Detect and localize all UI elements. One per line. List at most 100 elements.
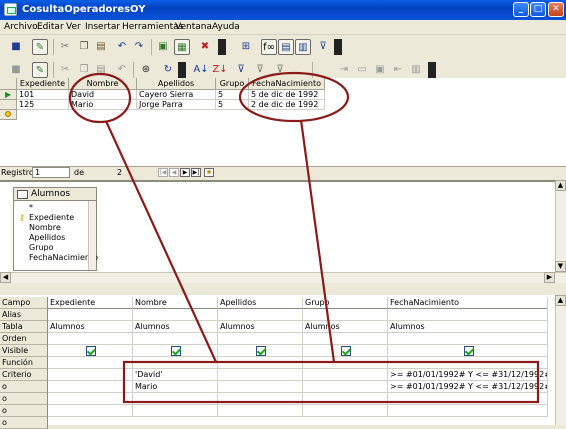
function-cell[interactable] — [303, 357, 388, 369]
refresh-icon[interactable]: ↻ — [160, 62, 176, 78]
function-cell[interactable] — [133, 357, 218, 369]
table-cell[interactable]: 2 de dic de 1992 — [249, 100, 325, 110]
table-cell[interactable]: Alumnos — [303, 321, 388, 333]
menu-ventana[interactable]: Ventana — [175, 22, 212, 32]
data-source-icon[interactable]: ⇤ — [390, 62, 406, 78]
record-number-field[interactable]: 1 — [32, 167, 70, 178]
visible-checkbox[interactable] — [86, 346, 96, 356]
or-cell[interactable] — [48, 393, 133, 405]
new-row-indicator[interactable] — [0, 110, 17, 120]
criteria-cell[interactable]: >= #01/01/1992# Y <= #31/12/1992# — [388, 369, 548, 381]
table-cell[interactable]: Alumnos — [388, 321, 548, 333]
copy-icon[interactable]: ❐ — [76, 39, 92, 55]
table-cell[interactable]: 125 — [17, 100, 69, 110]
table-cell[interactable]: 101 — [17, 90, 69, 100]
new-record-button[interactable]: ✱ — [204, 168, 214, 177]
menu-ayuda[interactable]: Ayuda — [212, 22, 240, 32]
scroll-down-icon[interactable]: ▼ — [555, 261, 566, 272]
copy-icon[interactable]: ❐ — [76, 62, 92, 78]
visible-checkbox[interactable] — [171, 346, 181, 356]
mail-merge-icon[interactable]: ▣ — [372, 62, 388, 78]
scroll-up-icon[interactable]: ▲ — [555, 180, 566, 191]
function-cell[interactable] — [388, 357, 548, 369]
or-cell[interactable] — [218, 393, 303, 405]
table-area-vertical-scrollbar[interactable]: ▲ ▼ — [555, 180, 566, 272]
visible-checkbox[interactable] — [256, 346, 266, 356]
field-item[interactable]: Grupo — [29, 243, 54, 252]
field-item[interactable]: Apellidos — [29, 233, 65, 242]
find-icon[interactable]: ⊛ — [138, 62, 154, 78]
sql-mode-icon[interactable]: ▣ — [155, 39, 171, 55]
field-cell-expediente[interactable]: Expediente — [48, 297, 133, 309]
or-cell[interactable] — [303, 405, 388, 417]
paste-icon[interactable]: ▤ — [93, 62, 109, 78]
or-cell[interactable] — [133, 393, 218, 405]
menu-editar[interactable]: Editar — [37, 22, 64, 32]
or-cell[interactable]: >= #01/01/1992# Y <= #31/12/1992# — [388, 381, 548, 393]
edit-icon[interactable]: ✎ — [32, 39, 48, 55]
previous-record-button[interactable]: ◀ — [169, 168, 179, 177]
explorer-icon[interactable]: ▥ — [408, 62, 424, 78]
undo-icon[interactable]: ↶ — [114, 39, 130, 55]
standard-filter-icon[interactable]: ⊽ — [252, 62, 268, 78]
query-grid-vertical-scrollbar[interactable]: ▲ — [555, 295, 566, 425]
field-cell-nombre[interactable]: Nombre — [133, 297, 218, 309]
table-cell[interactable]: 5 — [216, 90, 249, 100]
distinct-values-icon[interactable]: ⊽ — [315, 39, 331, 55]
clear-query-icon[interactable]: ✖ — [197, 39, 213, 55]
menu-ver[interactable]: Ver — [66, 22, 81, 32]
alias-cell[interactable] — [388, 309, 548, 321]
alias-cell[interactable] — [218, 309, 303, 321]
alias-cell[interactable] — [133, 309, 218, 321]
table-window-scrollbar[interactable] — [88, 201, 96, 270]
criteria-cell[interactable] — [303, 369, 388, 381]
data-to-text-icon[interactable]: ⇥ — [336, 62, 352, 78]
or-cell[interactable] — [388, 393, 548, 405]
table-cell[interactable]: David — [69, 90, 137, 100]
paste-icon[interactable]: ▤ — [93, 39, 109, 55]
column-header-grupo[interactable]: Grupo — [216, 78, 249, 90]
table-cell[interactable]: 5 — [216, 100, 249, 110]
column-header-fechanacimiento[interactable]: FechaNacimiento — [249, 78, 325, 90]
remove-filter-icon[interactable]: ⊽ — [272, 62, 288, 78]
splitter[interactable] — [0, 283, 566, 295]
sort-cell[interactable] — [48, 333, 133, 345]
alias-icon[interactable]: ▥ — [295, 39, 311, 55]
save-icon[interactable]: ■ — [8, 39, 24, 55]
field-item[interactable]: * — [29, 203, 33, 212]
table-cell[interactable]: Alumnos — [48, 321, 133, 333]
sort-cell[interactable] — [388, 333, 548, 345]
or-cell[interactable] — [133, 405, 218, 417]
cut-icon[interactable]: ✂ — [57, 62, 73, 78]
criteria-cell[interactable] — [218, 369, 303, 381]
sort-cell[interactable] — [133, 333, 218, 345]
next-record-button[interactable]: ▶ — [180, 168, 190, 177]
alias-cell[interactable] — [48, 309, 133, 321]
visible-checkbox[interactable] — [464, 346, 474, 356]
field-item[interactable]: Nombre — [29, 223, 61, 232]
or-cell[interactable] — [48, 405, 133, 417]
maximize-button[interactable]: □ — [530, 2, 546, 17]
or-cell[interactable] — [48, 381, 133, 393]
redo-icon[interactable]: ↷ — [131, 39, 147, 55]
criteria-cell[interactable]: 'David' — [133, 369, 218, 381]
or-cell[interactable] — [388, 405, 548, 417]
scroll-up-icon[interactable]: ▲ — [555, 295, 566, 306]
close-button[interactable]: ✕ — [548, 2, 564, 17]
function-cell[interactable] — [218, 357, 303, 369]
design-view-icon[interactable]: ▦ — [174, 39, 190, 55]
table-cell[interactable]: Alumnos — [133, 321, 218, 333]
edit-data-icon[interactable]: ✎ — [32, 62, 48, 78]
table-area-horizontal-scrollbar[interactable]: ◀ ▶ — [0, 272, 566, 283]
table-cell[interactable]: Cayero Sierra — [137, 90, 216, 100]
add-table-icon[interactable]: ⊞ — [238, 39, 254, 55]
table-cell[interactable]: Alumnos — [218, 321, 303, 333]
cut-icon[interactable]: ✂ — [57, 39, 73, 55]
or-cell[interactable] — [218, 381, 303, 393]
table-cell[interactable]: 5 de dic de 1992 — [249, 90, 325, 100]
field-cell-grupo[interactable]: Grupo — [303, 297, 388, 309]
menu-archivo[interactable]: Archivo — [4, 22, 38, 32]
table-cell[interactable]: Mario — [69, 100, 137, 110]
sort-cell[interactable] — [303, 333, 388, 345]
field-item[interactable]: Expediente — [29, 213, 74, 222]
